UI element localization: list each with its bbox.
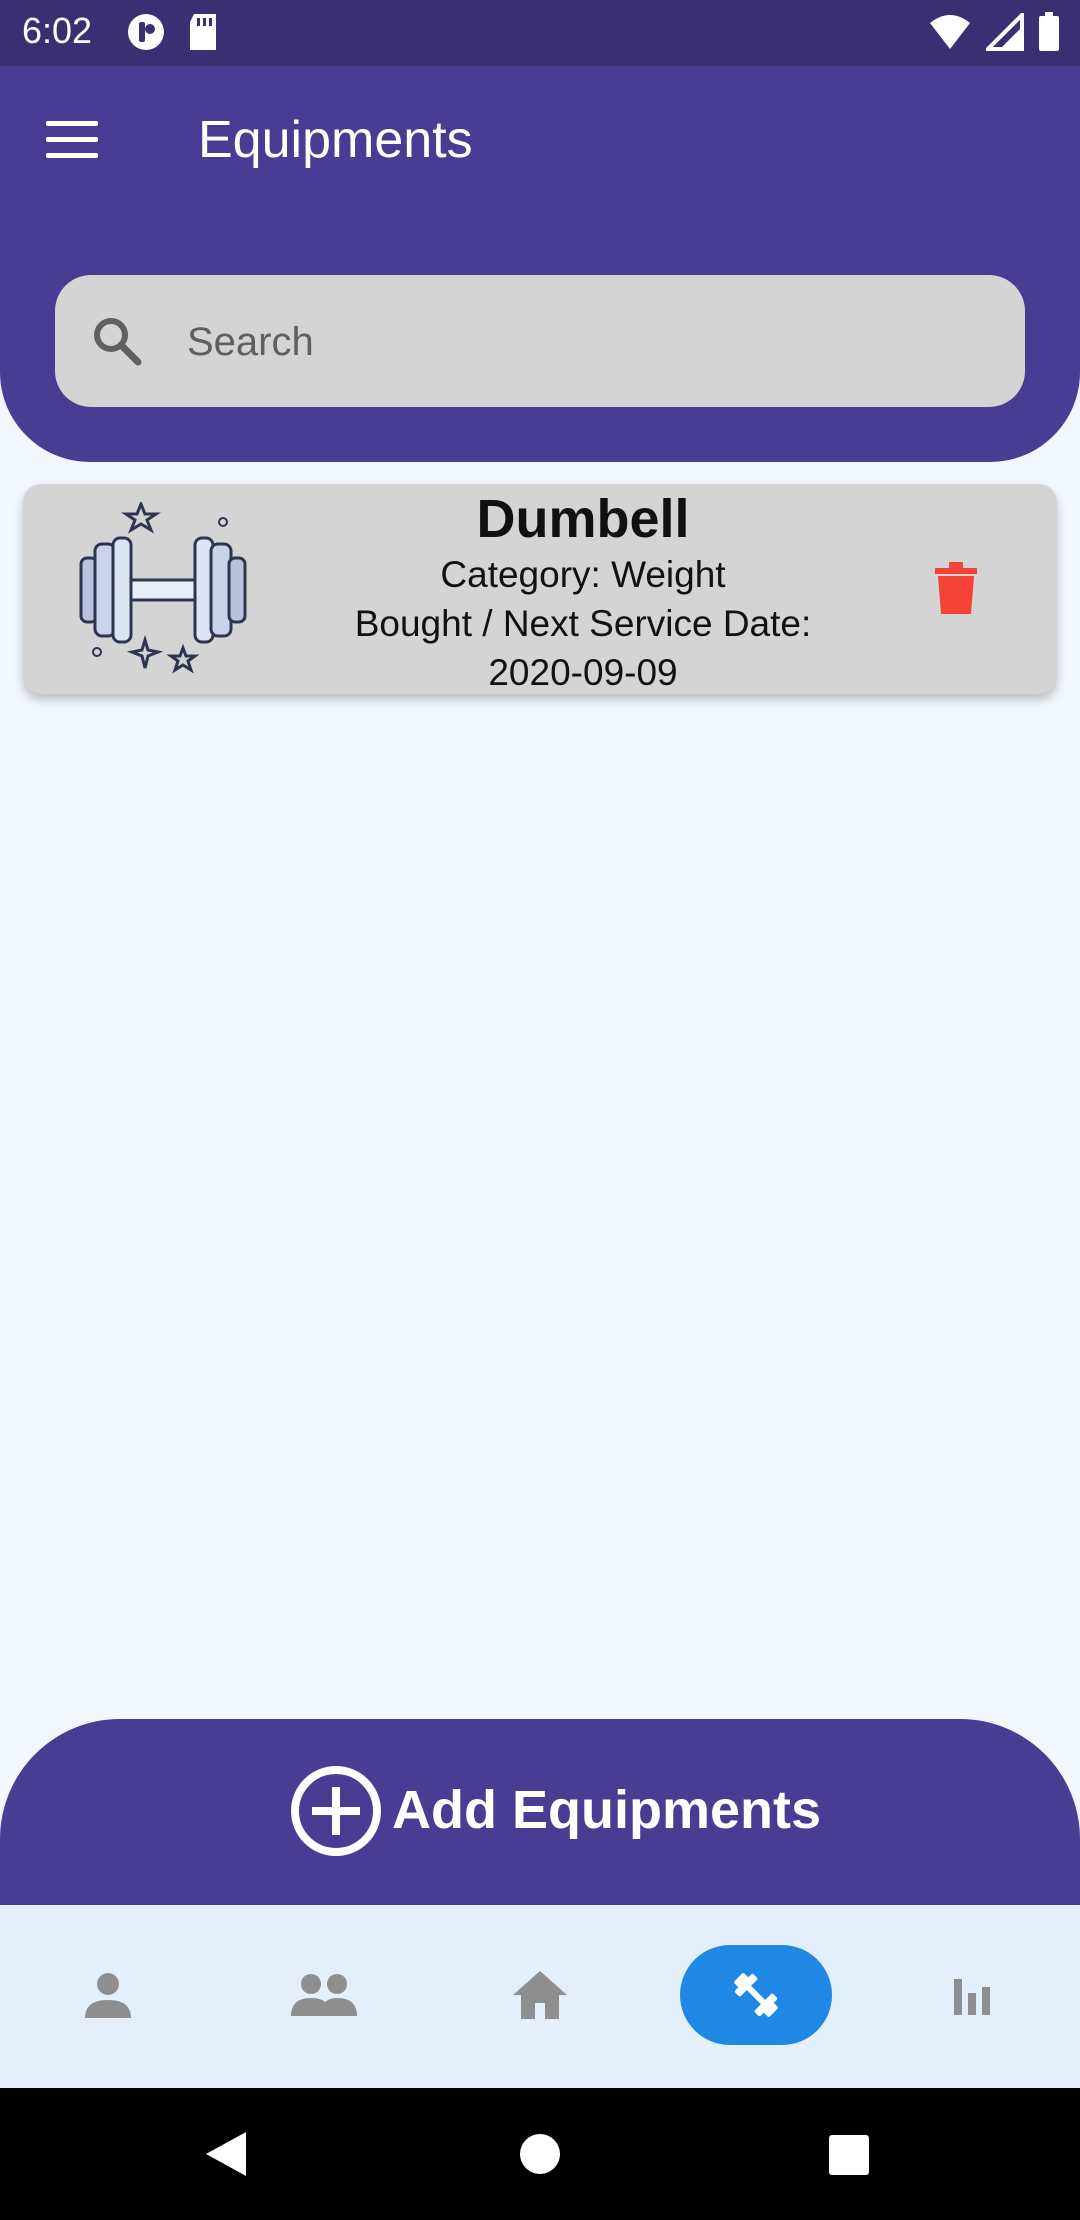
nav-item-profile[interactable]: [32, 1945, 184, 2045]
dumbbell-illustration-icon: [79, 502, 247, 674]
search-icon: [94, 318, 142, 366]
status-time: 6:02: [22, 10, 93, 51]
sd-card-icon: [190, 14, 216, 50]
system-navigation-bar: [0, 2088, 1080, 2220]
home-icon: [513, 1971, 567, 2019]
person-icon: [85, 1973, 131, 2018]
page-title: Equipments: [198, 111, 473, 169]
nav-item-equipments[interactable]: [680, 1945, 832, 2045]
bottom-navigation: [0, 1905, 1080, 2088]
nav-item-members[interactable]: [248, 1945, 400, 2045]
add-equipments-button[interactable]: Add Equipments: [0, 1719, 1080, 1905]
bar-chart-icon: [954, 1979, 990, 2015]
equipment-date-value: 2020-09-09: [488, 652, 678, 693]
equipment-category: Category: Weight: [440, 554, 726, 595]
signal-icon: [986, 13, 1024, 51]
back-icon[interactable]: [204, 2130, 248, 2178]
search-bar[interactable]: [55, 275, 1025, 407]
status-left-icons: [126, 12, 220, 52]
nav-item-stats[interactable]: [896, 1945, 1048, 2045]
equipment-name: Dumbell: [476, 489, 690, 549]
app-header: Equipments: [0, 66, 1080, 462]
add-circle-icon: [291, 1766, 381, 1856]
notification-app-icon: [128, 14, 164, 50]
nav-item-home[interactable]: [464, 1945, 616, 2045]
add-equipments-label: Add Equipments: [392, 1780, 821, 1840]
search-input[interactable]: [185, 305, 989, 379]
people-icon: [291, 1974, 357, 2016]
home-circle-icon[interactable]: [518, 2132, 562, 2176]
equipment-date-label: Bought / Next Service Date:: [354, 603, 812, 644]
battery-icon: [1039, 12, 1059, 51]
status-right-icons: [928, 12, 1060, 52]
hamburger-menu-icon[interactable]: [46, 121, 106, 171]
recents-icon[interactable]: [828, 2134, 870, 2176]
status-bar: 6:02: [0, 0, 1080, 66]
trash-icon[interactable]: [935, 562, 977, 614]
equipment-info: Dumbell Category: Weight Bought / Next S…: [283, 488, 883, 697]
equipment-card[interactable]: Dumbell Category: Weight Bought / Next S…: [23, 484, 1057, 694]
fitness-icon: [734, 1973, 778, 2017]
wifi-icon: [930, 15, 970, 49]
